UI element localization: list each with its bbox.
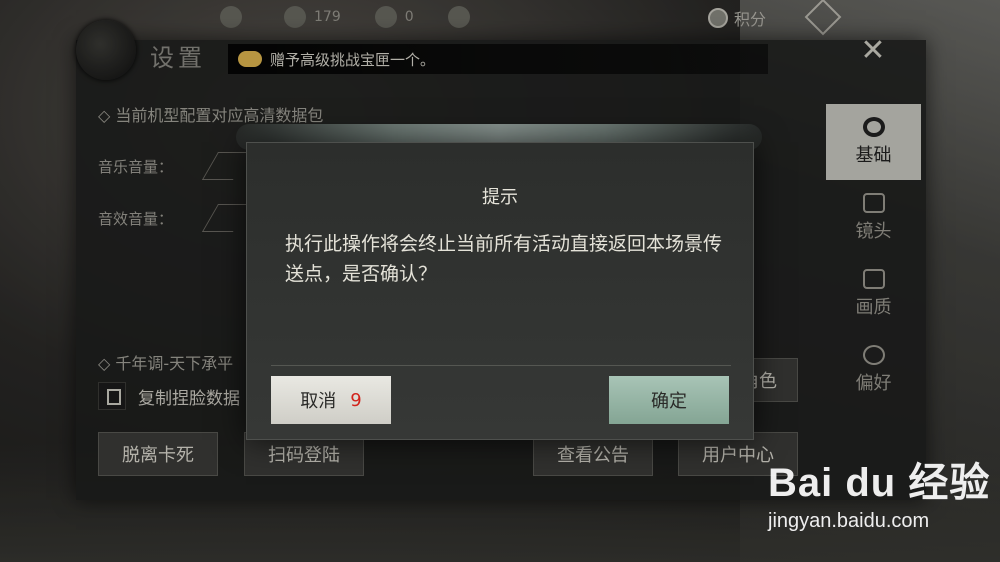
dialog-divider (271, 365, 731, 366)
confirm-label: 确定 (651, 391, 687, 412)
confirm-button[interactable]: 确定 (609, 376, 729, 424)
watermark-logo: Bai du 经验 (768, 461, 991, 505)
dialog-title: 提示 (482, 187, 518, 208)
dialog-message: 执行此操作将会终止当前所有活动直接返回本场景传送点，是否确认？ (285, 233, 723, 285)
cancel-button[interactable]: 取消 9 (271, 376, 391, 424)
baidu-watermark: Bai du 经验 jingyan.baidu.com (768, 450, 990, 533)
watermark-url: jingyan.baidu.com (768, 510, 930, 532)
cancel-countdown: 9 (350, 389, 362, 411)
cancel-label: 取消 (300, 391, 337, 412)
confirm-dialog: 提示 执行此操作将会终止当前所有活动直接返回本场景传送点，是否确认？ 取消 9 … (246, 142, 754, 440)
